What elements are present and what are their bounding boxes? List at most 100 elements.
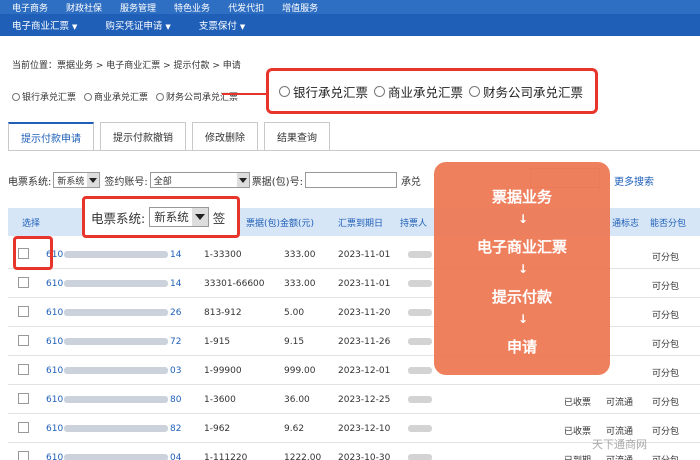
row-checkbox[interactable] [18, 277, 29, 288]
system-select[interactable]: 新系统 [149, 207, 209, 227]
bill-number-suffix: 26 [170, 308, 182, 318]
due-date: 2023-11-01 [338, 279, 391, 289]
radio-icon[interactable] [374, 85, 386, 97]
radio-icon[interactable] [279, 85, 290, 97]
radio-icon[interactable] [12, 92, 20, 101]
watermark: 天下通商网 [592, 438, 647, 451]
due-date: 2023-11-01 [338, 250, 391, 260]
due-date: 2023-10-30 [338, 453, 391, 460]
table-row[interactable]: 610 80 1-3600 36.00 2023-12-25 已收票 可流通 可分包 [8, 385, 700, 414]
due-date: 2023-12-25 [338, 395, 391, 405]
bill-number-prefix[interactable]: 610 [46, 366, 63, 376]
column-header: 能否分包 [650, 219, 687, 229]
radio-label: 商业承兑汇票 [388, 84, 464, 100]
account-label-fragment: 签 [212, 210, 226, 226]
radio-label: 银行承兑汇票 [22, 93, 77, 103]
radio-option[interactable]: 财务公司承兑汇票 [156, 90, 238, 103]
arrow-down-icon: ↓ [518, 312, 529, 326]
radio-icon[interactable] [84, 92, 93, 101]
sub-nav-item[interactable]: 购买凭证申请 ▼ [105, 18, 170, 32]
callout-connector [222, 93, 266, 95]
bill-number-prefix[interactable]: 610 [46, 337, 63, 347]
bill-number-prefix[interactable]: 610 [46, 424, 63, 434]
top-nav-item[interactable]: 增值服务 [282, 1, 318, 14]
top-nav-item[interactable]: 代发代扣 [228, 1, 264, 14]
top-nav-item[interactable]: 特色业务 [174, 1, 210, 14]
bill-status: 已收票 [564, 398, 592, 408]
sub-nav-item[interactable]: 支票保付 ▼ [199, 18, 245, 32]
tab-payment-cancel[interactable]: 提示付款撤销 [100, 122, 186, 150]
sub-range: 1-33300 [204, 250, 242, 260]
more-search-link[interactable]: 更多搜索 [614, 173, 654, 188]
amount: 999.00 [284, 366, 316, 376]
breadcrumb: 当前位置：票据业务 > 电子商业汇票 > 提示付款 > 申请 [12, 61, 241, 71]
tab-modify-delete[interactable]: 修改删除 [192, 122, 258, 150]
top-nav-item[interactable]: 服务管理 [120, 1, 156, 14]
bill-number-prefix[interactable]: 610 [46, 395, 63, 405]
chevron-down-icon [87, 173, 100, 187]
top-nav-item[interactable]: 电子商务 [12, 1, 48, 14]
account-select[interactable]: 全部 [149, 172, 250, 188]
sub-nav-label: 支票保付 [198, 21, 237, 32]
split-flag: 可分包 [652, 311, 680, 321]
sub-range: 1-111220 [204, 453, 248, 460]
tab-payment-apply[interactable]: 提示付款申请 [8, 122, 94, 150]
radio-label: 商业承兑汇票 [94, 93, 149, 103]
column-header: 持票人 [400, 219, 428, 229]
radio-icon[interactable] [156, 92, 165, 101]
sub-range: 1-99900 [204, 366, 242, 376]
row-checkbox[interactable] [18, 306, 29, 317]
bill-number-prefix[interactable]: 610 [46, 308, 63, 318]
radio-icon[interactable] [469, 85, 481, 97]
due-date: 2023-12-10 [338, 424, 391, 434]
amount: 333.00 [284, 279, 316, 289]
bill-number-suffix: 80 [170, 395, 182, 405]
tab-result-query[interactable]: 结果查询 [264, 122, 330, 150]
chevron-down-icon: ▼ [239, 23, 246, 31]
system-select-value: 新系统 [154, 210, 189, 224]
sub-nav-label: 购买凭证申请 [105, 21, 163, 32]
bill-number-suffix: 72 [170, 337, 182, 347]
chevron-down-icon: ▼ [72, 23, 78, 31]
redacted-text [408, 367, 432, 374]
row-checkbox[interactable] [18, 451, 29, 460]
bill-number-suffix: 14 [170, 250, 182, 260]
flow-step: 票据业务 [491, 188, 552, 206]
sub-range: 813-912 [204, 308, 242, 318]
bill-number-prefix[interactable]: 610 [46, 453, 63, 460]
redacted-text [408, 280, 432, 287]
row-checkbox[interactable] [18, 422, 29, 433]
arrow-down-icon: ↓ [518, 262, 529, 276]
sub-nav-item[interactable]: 电子商业汇票 ▼ [12, 18, 77, 32]
bill-number-suffix: 04 [170, 453, 182, 460]
sub-nav-label: 电子商业汇票 [12, 21, 70, 32]
radio-option[interactable]: 财务公司承兑汇票 [469, 82, 583, 101]
radio-option[interactable]: 商业承兑汇票 [84, 90, 148, 103]
amount: 333.00 [284, 250, 316, 260]
amount: 9.62 [284, 424, 305, 434]
bill-status: 已到期 [564, 453, 591, 460]
row-checkbox[interactable] [18, 364, 29, 375]
bill-number-prefix[interactable]: 610 [46, 279, 63, 289]
system-select[interactable]: 新系统 [53, 172, 101, 188]
column-header: 汇票到期日 [338, 219, 384, 229]
divider [8, 150, 700, 151]
top-nav-item[interactable]: 财政社保 [66, 1, 102, 14]
bill-number-input[interactable] [304, 172, 397, 188]
row-checkbox[interactable] [18, 393, 29, 404]
radio-option[interactable]: 商业承兑汇票 [374, 82, 463, 101]
sub-range: 1-962 [204, 424, 231, 434]
redacted-text [64, 425, 168, 432]
row-checkbox[interactable] [18, 335, 29, 346]
bill-number-suffix: 03 [170, 366, 182, 376]
column-header: 选择 [22, 219, 41, 229]
split-flag: 可分包 [652, 340, 680, 350]
redacted-text [408, 251, 432, 258]
split-flag: 可分包 [652, 453, 679, 460]
account-label: 签约账号: [104, 176, 148, 188]
radio-label: 财务公司承兑汇票 [166, 93, 239, 103]
redacted-text [408, 425, 432, 432]
radio-option[interactable]: 银行承兑汇票 [12, 90, 76, 103]
due-date: 2023-11-26 [338, 337, 391, 347]
radio-option[interactable]: 银行承兑汇票 [279, 82, 368, 101]
